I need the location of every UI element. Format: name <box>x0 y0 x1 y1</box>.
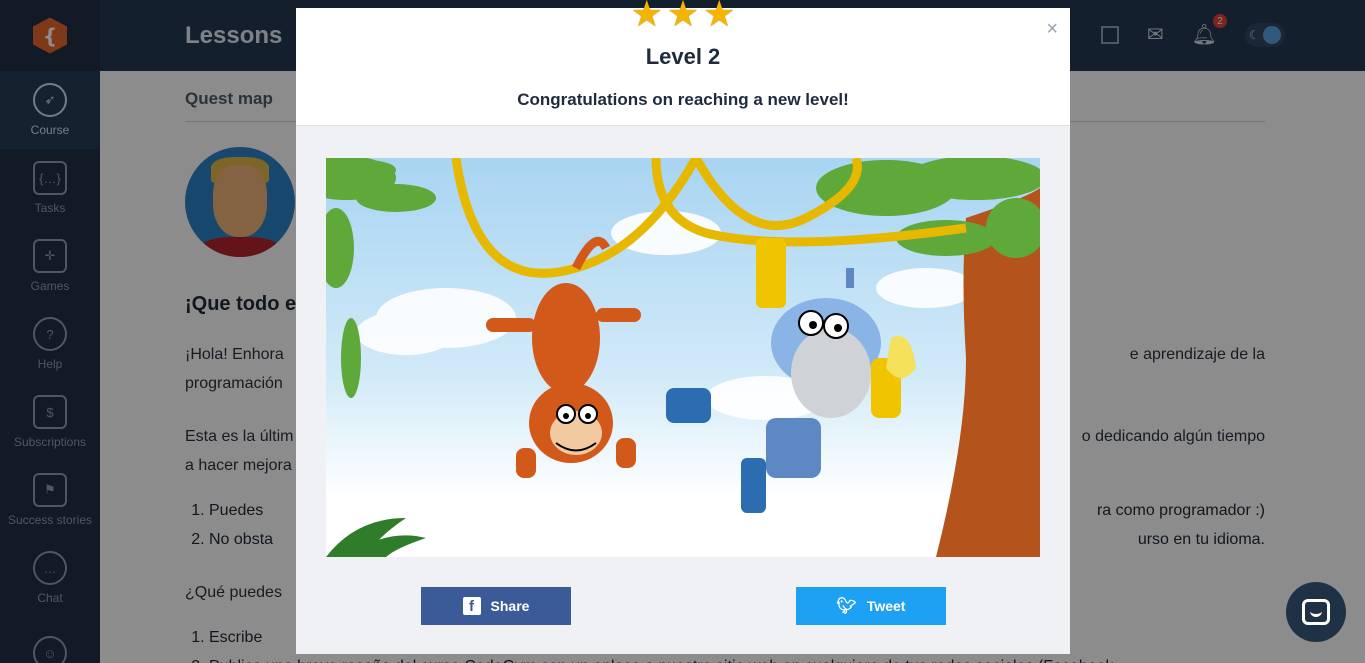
chat-launcher-button[interactable] <box>1286 582 1346 642</box>
stars-rating: ★ ★ ★ <box>631 0 736 32</box>
star-icon: ★ <box>666 0 700 34</box>
jungle-scene-image <box>326 158 1040 557</box>
modal-header: ★ ★ ★ Level 2 Congratulations on reachin… <box>296 0 1070 126</box>
facebook-share-button[interactable]: f Share <box>421 587 571 625</box>
level-illustration <box>326 158 1040 557</box>
star-icon: ★ <box>703 0 736 34</box>
close-icon[interactable]: × <box>1046 18 1058 41</box>
twitter-tweet-button[interactable]: 🐦︎ Tweet <box>796 587 946 625</box>
share-label: Share <box>490 598 530 614</box>
tweet-label: Tweet <box>866 598 906 614</box>
level-up-modal: ★ ★ ★ Level 2 Congratulations on reachin… <box>296 0 1070 654</box>
modal-subtitle: Congratulations on reaching a new level! <box>517 90 849 109</box>
twitter-icon: 🐦︎ <box>836 598 857 615</box>
facebook-icon: f <box>462 597 481 615</box>
chat-bubble-icon <box>1302 599 1330 625</box>
star-icon: ★ <box>630 0 663 34</box>
